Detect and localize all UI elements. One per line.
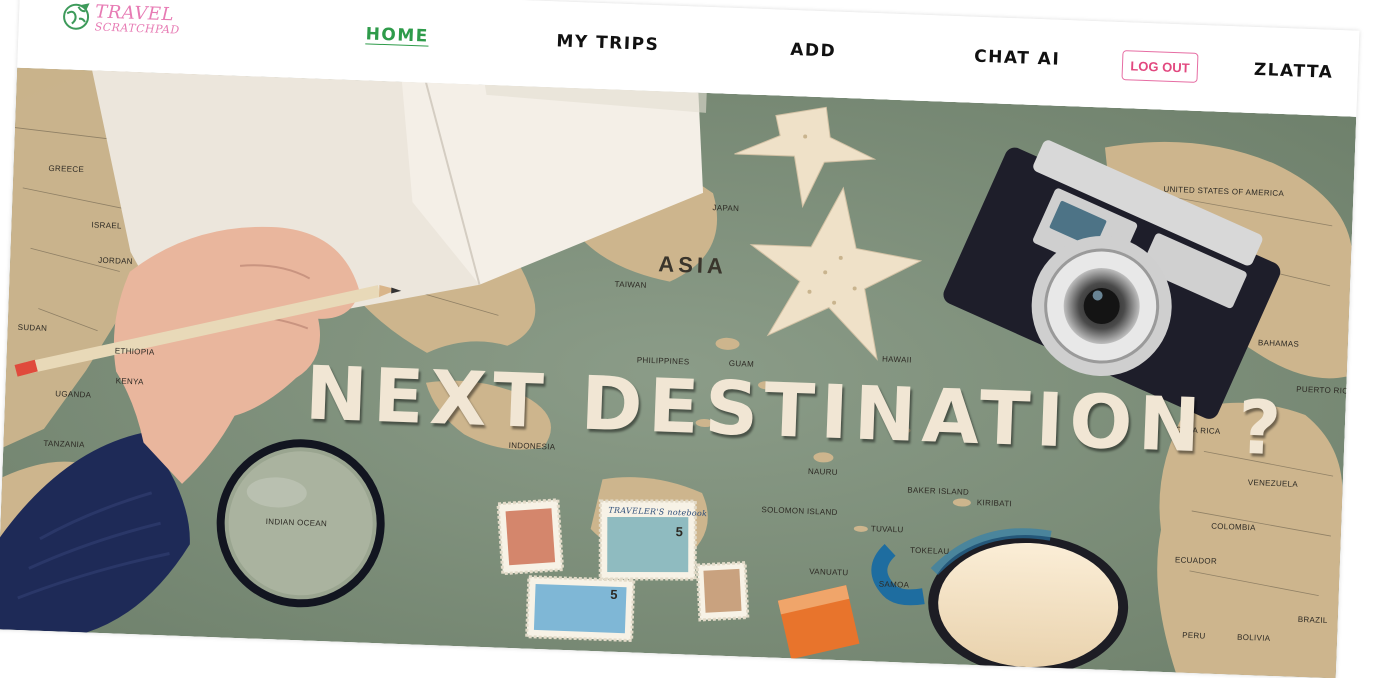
map-label-tanzania: TANZANIA [43,438,85,450]
map-label-colombia: COLOMBIA [1211,521,1256,533]
map-label-peru: PERU [1181,630,1206,641]
map-label-israel: ISRAEL [91,220,122,231]
map-label-nauru: NAURU [807,466,839,477]
stamp-label-value-2: 5 [609,586,619,602]
logout-button[interactable]: LOG OUT [1121,50,1199,83]
nav-add[interactable]: ADD [790,40,837,62]
map-label-asia: ASIA [657,251,728,279]
map-label-greece: GREECE [48,163,85,175]
map-label-japan: JAPAN [712,203,740,214]
map-label-bolivia: BOLIVIA [1236,632,1271,643]
map-label-kiribati: KIRIBATI [976,498,1013,509]
map-label-kenya: KENYA [115,376,144,387]
map-label-samoa: SAMOA [878,579,910,590]
page-frame: TRAVEL SCRATCHPAD HOME MY TRIPS ADD CHAT… [0,0,1360,678]
map-label-sudan: SUDAN [17,322,48,333]
nav-my-trips[interactable]: MY TRIPS [556,31,660,55]
map-label-bahamas: BAHAMAS [1257,338,1300,349]
map-label-jordan: JORDAN [98,255,134,266]
map-label-uganda: UGANDA [55,389,92,400]
map-label-taiwan: TAIWAN [614,279,647,290]
nav-home[interactable]: HOME [365,24,429,46]
map-label-ecuador: ECUADOR [1174,555,1218,566]
map-label-tuvalu: TUVALU [870,524,904,535]
brand-logo[interactable]: TRAVEL SCRATCHPAD [61,1,181,37]
globe-icon [63,3,90,30]
stamp-label-value-1: 5 [675,524,684,540]
map-label-vanuatu: VANUATU [809,566,849,578]
hero-banner: ASIA JAPAN TAIWAN PHILIPPINES GUAM HAWAI… [0,67,1357,678]
map-label-ethiopia: ETHIOPIA [114,346,155,357]
logo-line2: SCRATCHPAD [94,19,180,37]
map-label-brazil: BRAZIL [1297,614,1328,625]
username-label[interactable]: ZLATTA [1254,60,1334,83]
map-label-tokelau: TOKELAU [909,545,950,557]
map-label-venezuela: VENEZUELA [1247,477,1299,489]
nav-chat-ai[interactable]: CHAT AI [974,47,1061,70]
map-label-hawaii: HAWAII [881,354,912,365]
